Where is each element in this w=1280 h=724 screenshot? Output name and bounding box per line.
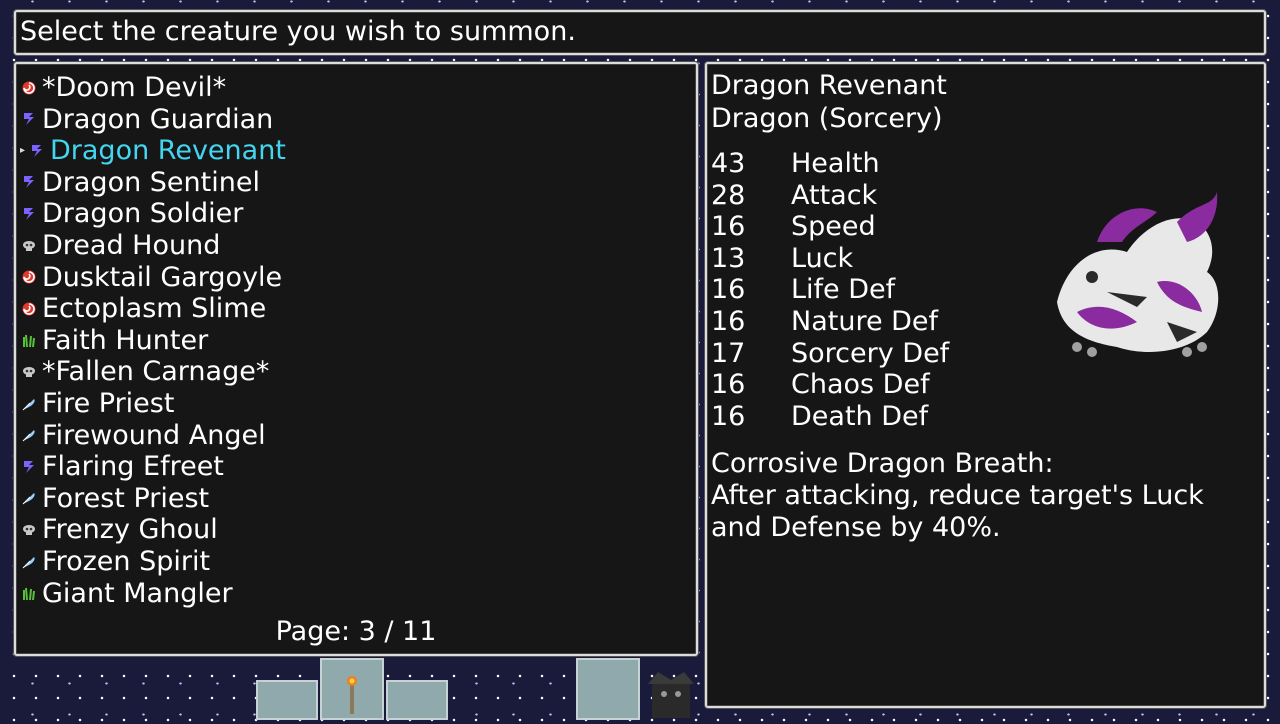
creature-list-item[interactable]: Faith Hunter <box>20 325 208 356</box>
creature-label: Dragon Guardian <box>42 103 274 135</box>
page-indicator[interactable]: Page: 3 / 11 <box>16 616 696 648</box>
chaos-swirl-icon <box>20 268 38 286</box>
gargoyle-statue-icon <box>642 660 700 720</box>
creature-list-item[interactable]: Ectoplasm Slime <box>20 293 266 324</box>
stat-name: Death Def <box>791 400 929 432</box>
creature-list-item[interactable]: Forest Priest <box>20 483 209 514</box>
stat-name: Attack <box>791 179 878 211</box>
stat-value: 28 <box>711 179 746 211</box>
death-skull-icon <box>20 363 38 381</box>
creature-list-item[interactable]: *Fallen Carnage* <box>20 356 269 387</box>
prompt-bar: Select the creature you wish to summon. <box>14 10 1266 55</box>
creature-list-item[interactable]: Dragon Guardian <box>20 104 273 135</box>
creature-label: Dragon Soldier <box>42 198 244 230</box>
stat-name: Luck <box>791 242 854 274</box>
ability-description: Corrosive Dragon Breath: After attacking… <box>711 448 1251 544</box>
creature-list-item[interactable]: Frenzy Ghoul <box>20 514 218 545</box>
creature-list-window: *Doom Devil* Dragon Guardian ▸ Dragon Reven… <box>14 62 698 656</box>
stat-name: Health <box>791 148 880 179</box>
ability-name: Corrosive Dragon Breath: <box>711 448 1054 479</box>
stat-name: Nature Def <box>791 306 939 337</box>
creature-list-item[interactable]: ▸ Dragon Revenant <box>20 135 286 166</box>
creature-label: Firewound Angel <box>42 419 266 451</box>
nature-grass-icon <box>20 331 38 349</box>
creature-label: Dusktail Gargoyle <box>42 261 283 293</box>
creature-detail-window: Dragon Revenant Dragon (Sorcery) 43 Healt… <box>705 62 1266 708</box>
floor-tile <box>576 658 640 720</box>
creature-label: Faith Hunter <box>42 324 209 356</box>
torch-icon <box>346 674 358 714</box>
stat-name: Chaos Def <box>791 369 930 401</box>
sorcery-bolt-icon <box>20 173 38 191</box>
chaos-swirl-icon <box>20 300 38 318</box>
creature-name: Dragon Revenant <box>711 70 947 101</box>
creature-list-item[interactable]: Flaring Efreet <box>20 451 224 482</box>
creature-list-item[interactable]: Dusktail Gargoyle <box>20 262 282 293</box>
creature-label: Forest Priest <box>42 482 210 514</box>
creature-list-item[interactable]: Dragon Soldier <box>20 198 243 229</box>
stat-value: 16 <box>711 369 746 401</box>
floor-tile <box>256 680 318 720</box>
creature-label: Dragon Sentinel <box>42 166 260 198</box>
stat-value: 17 <box>711 337 746 369</box>
creature-label: Frozen Spirit <box>42 546 211 577</box>
creature-label: Flaring Efreet <box>42 451 224 483</box>
stat-row: 43 Health <box>711 148 1111 180</box>
death-skull-icon <box>20 237 38 255</box>
stat-value: 16 <box>711 306 746 337</box>
creature-label: *Fallen Carnage* <box>42 356 270 388</box>
creature-portrait <box>1037 182 1227 372</box>
creature-list-item[interactable]: Firewound Angel <box>20 420 266 451</box>
creature-list-item[interactable]: Dread Hound <box>20 230 220 261</box>
life-feather-icon <box>20 395 38 413</box>
chaos-swirl-icon <box>20 79 38 97</box>
stat-name: Sorcery Def <box>791 337 950 369</box>
sorcery-bolt-icon <box>20 205 38 223</box>
creature-list-item[interactable]: Dragon Sentinel <box>20 167 260 198</box>
life-feather-icon <box>20 489 38 507</box>
selection-cursor-icon: ▸ <box>20 145 26 157</box>
floor-tile <box>386 680 448 720</box>
ability-text: After attacking, reduce target's Luck an… <box>711 480 1204 543</box>
creature-label: Giant Mangler <box>42 577 233 609</box>
stat-name: Life Def <box>791 274 896 306</box>
sorcery-bolt-icon <box>28 142 46 160</box>
creature-list-item[interactable]: Giant Mangler <box>20 578 233 609</box>
creature-label: *Doom Devil* <box>42 72 227 103</box>
creature-label: Frenzy Ghoul <box>42 514 218 546</box>
creature-type: Dragon (Sorcery) <box>711 103 943 134</box>
stat-value: 16 <box>711 400 746 432</box>
stat-value: 13 <box>711 242 746 274</box>
stat-value: 16 <box>711 211 746 243</box>
creature-label: Dragon Revenant <box>50 135 286 167</box>
creature-list-item[interactable]: Frozen Spirit <box>20 546 210 577</box>
stat-row: 16 Chaos Def <box>711 369 1111 401</box>
creature-list-item[interactable]: *Doom Devil* <box>20 72 226 103</box>
stat-row: 16 Death Def <box>711 401 1111 433</box>
creature-label: Dread Hound <box>42 230 221 261</box>
creature-label: Ectoplasm Slime <box>42 293 267 325</box>
sorcery-bolt-icon <box>20 110 38 128</box>
sorcery-bolt-icon <box>20 458 38 476</box>
stat-value: 16 <box>711 274 746 306</box>
stat-value: 43 <box>711 148 746 179</box>
stat-name: Speed <box>791 211 876 243</box>
prompt-text: Select the creature you wish to summon. <box>20 16 576 47</box>
life-feather-icon <box>20 426 38 444</box>
creature-label: Fire Priest <box>42 388 175 419</box>
nature-grass-icon <box>20 584 38 602</box>
creature-list-item[interactable]: Fire Priest <box>20 388 174 419</box>
death-skull-icon <box>20 521 38 539</box>
life-feather-icon <box>20 553 38 571</box>
